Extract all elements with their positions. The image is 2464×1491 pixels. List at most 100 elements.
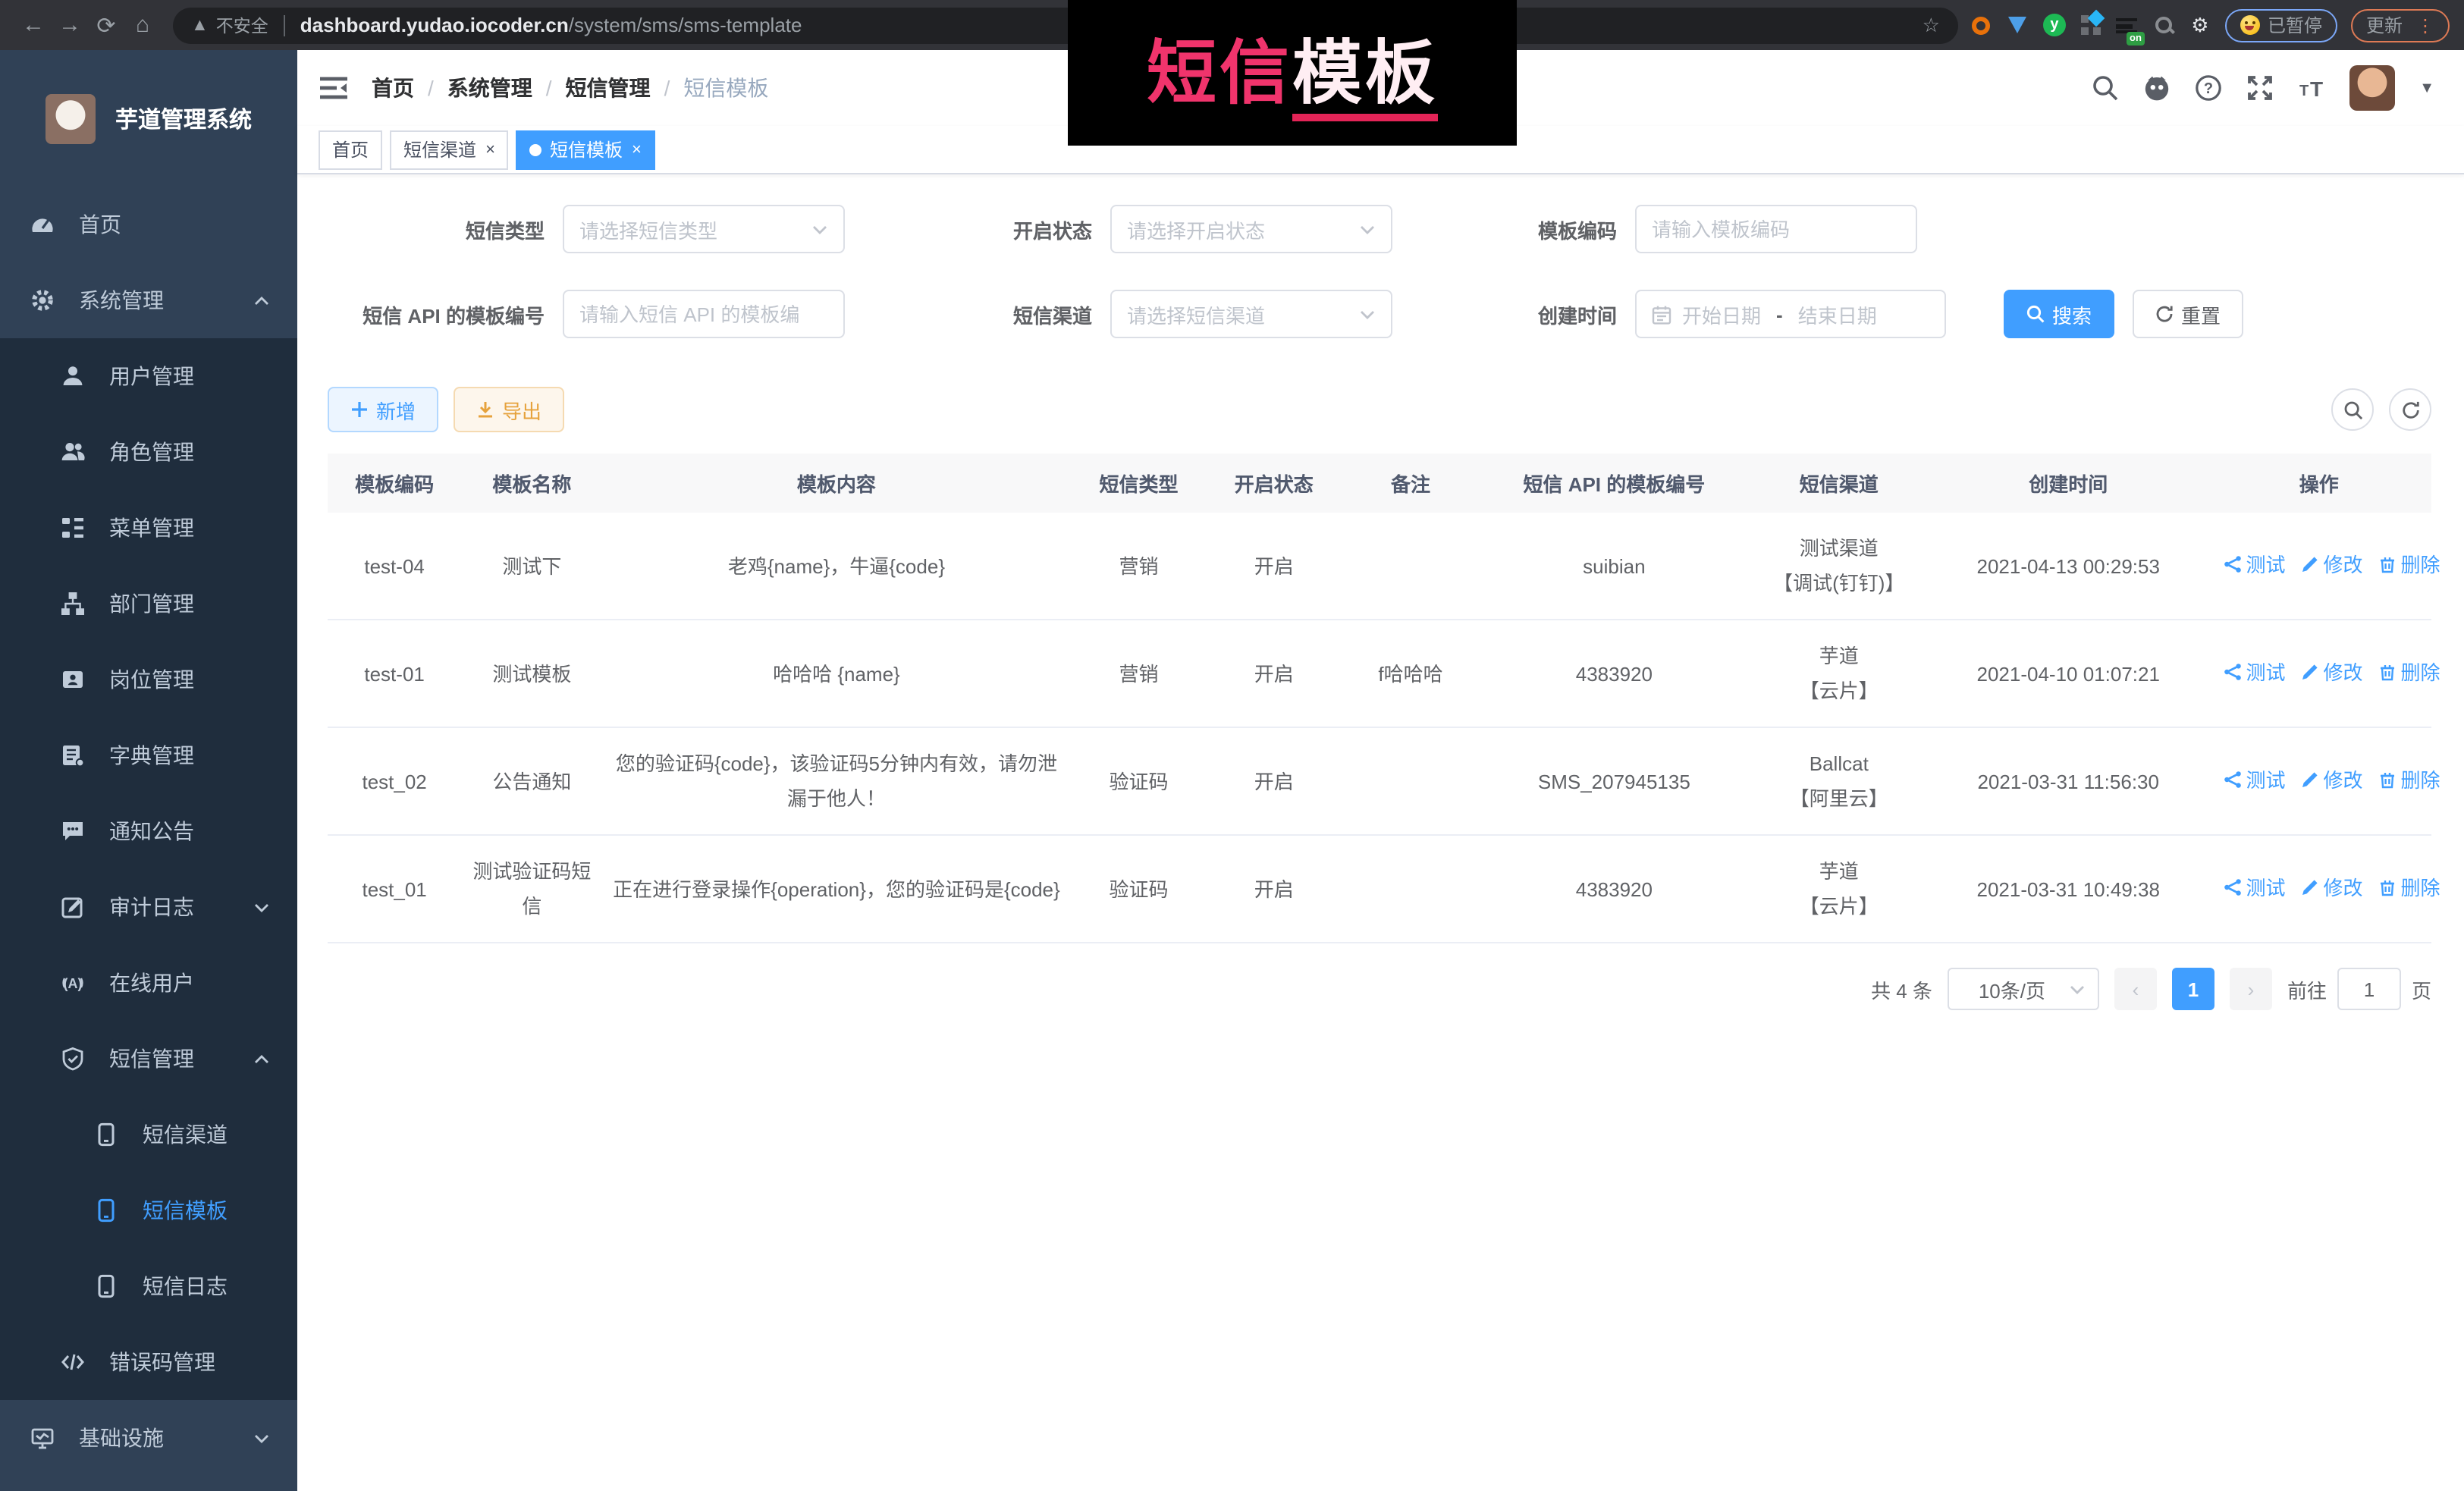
table-row[interactable]: test-04测试下老鸡{name}，牛逼{code}营销开启suibian测试… — [328, 513, 2431, 620]
goto-label: 前往 — [2287, 975, 2327, 1003]
add-button[interactable]: 新增 — [328, 387, 438, 432]
row-action-test[interactable]: 测试 — [2223, 871, 2285, 906]
row-action-edit[interactable]: 修改 — [2301, 871, 2363, 906]
chevron-down-icon[interactable]: ▼ — [2419, 80, 2434, 96]
filter-label-create-time: 创建时间 — [1453, 300, 1635, 328]
paused-chip[interactable]: 已暂停 — [2225, 8, 2337, 42]
close-icon[interactable]: × — [632, 140, 642, 159]
status-select[interactable]: 请选择开启状态 — [1110, 205, 1392, 253]
row-action-delete[interactable]: 删除 — [2378, 548, 2440, 582]
user-avatar[interactable] — [2349, 65, 2395, 111]
row-action-edit[interactable]: 修改 — [2301, 763, 2363, 798]
sidebar-item-label: 角色管理 — [109, 437, 194, 467]
extensions-puzzle-icon[interactable]: ⚙ — [2189, 14, 2211, 36]
api-template-id-input[interactable] — [579, 303, 828, 325]
home-icon[interactable]: ⌂ — [124, 12, 161, 38]
update-chip[interactable]: 更新 ⋮ — [2351, 8, 2450, 42]
table-row[interactable]: test_01测试验证码短信正在进行登录操作{operation}，您的验证码是… — [328, 835, 2431, 943]
github-icon[interactable] — [2143, 74, 2171, 102]
sidebar-item-label: 短信模板 — [143, 1195, 228, 1226]
breadcrumb-sms[interactable]: 短信管理 — [566, 73, 651, 103]
sidebar-item-sms-template[interactable]: 短信模板 — [0, 1172, 297, 1248]
sidebar-item-label: 用户管理 — [109, 361, 194, 391]
action-label: 修改 — [2324, 763, 2363, 798]
table-row[interactable]: test_02公告通知您的验证码{code}，该验证码5分钟内有效，请勿泄漏于他… — [328, 727, 2431, 835]
tab-home[interactable]: 首页 — [319, 130, 382, 169]
breadcrumb-system[interactable]: 系统管理 — [447, 73, 532, 103]
forward-icon[interactable]: → — [52, 12, 88, 38]
help-icon[interactable]: ? — [2195, 74, 2222, 102]
cell-created-at: 2021-04-10 01:07:21 — [1930, 620, 2207, 727]
sidebar-item-infra[interactable]: 基础设施 — [0, 1400, 297, 1476]
row-action-delete[interactable]: 删除 — [2378, 871, 2440, 906]
sidebar-item-role[interactable]: 角色管理 — [0, 414, 297, 490]
close-icon[interactable]: × — [485, 140, 495, 159]
sidebar-item-sms[interactable]: 短信管理 — [0, 1021, 297, 1097]
search-icon[interactable] — [2092, 74, 2119, 102]
extension-grid-icon[interactable] — [2079, 14, 2102, 36]
sidebar-item-error-code[interactable]: 错误码管理 — [0, 1324, 297, 1400]
cell-name: 测试验证码短信 — [461, 835, 602, 943]
extension-y-icon[interactable]: y — [2043, 14, 2066, 36]
address-bar[interactable]: ▲不安全 dashboard.yudao.iocoder.cn /system/… — [173, 7, 1958, 43]
row-action-test[interactable]: 测试 — [2223, 763, 2285, 798]
sms-type-select[interactable]: 请选择短信类型 — [563, 205, 845, 253]
cell-type: 营销 — [1070, 620, 1207, 727]
channel-select[interactable]: 请选择短信渠道 — [1110, 290, 1392, 338]
sidebar-item-home[interactable]: 首页 — [0, 187, 297, 262]
search-button[interactable]: 搜索 — [2004, 290, 2114, 338]
prev-page-button[interactable]: ‹ — [2114, 968, 2157, 1010]
row-action-delete[interactable]: 删除 — [2378, 763, 2440, 798]
page-size-select[interactable]: 10条/页 — [1948, 968, 2099, 1010]
extension-gem-icon[interactable] — [2007, 14, 2029, 36]
sidebar-item-system[interactable]: 系统管理 — [0, 262, 297, 338]
refresh-icon[interactable] — [2389, 388, 2431, 431]
sidebar-item-menu[interactable]: 菜单管理 — [0, 490, 297, 566]
goto-page-input[interactable] — [2337, 968, 2401, 1010]
next-page-button[interactable]: › — [2230, 968, 2272, 1010]
template-code-input[interactable] — [1652, 218, 1901, 240]
row-action-test[interactable]: 测试 — [2223, 548, 2285, 582]
row-action-edit[interactable]: 修改 — [2301, 548, 2363, 582]
sidebar-item-user[interactable]: 用户管理 — [0, 338, 297, 414]
export-button[interactable]: 导出 — [454, 387, 564, 432]
sidebar-item-post[interactable]: 岗位管理 — [0, 642, 297, 717]
sidebar-item-online-user[interactable]: (A)在线用户 — [0, 945, 297, 1021]
row-action-delete[interactable]: 删除 — [2378, 655, 2440, 690]
action-label: 删除 — [2401, 548, 2440, 582]
browser-menu-icon[interactable]: ⋮ — [2416, 14, 2434, 36]
back-icon[interactable]: ← — [15, 12, 52, 38]
post-icon — [61, 667, 85, 692]
extension-ring-icon[interactable] — [1970, 14, 1993, 36]
sidebar-item-dept[interactable]: 部门管理 — [0, 566, 297, 642]
font-size-icon[interactable]: TT — [2298, 74, 2325, 102]
sidebar-item-audit-log[interactable]: 审计日志 — [0, 869, 297, 945]
overlay-text-primary: 短信 — [1147, 33, 1292, 112]
bookmark-star-icon[interactable]: ☆ — [1923, 13, 1940, 37]
page-unit-label: 页 — [2412, 975, 2431, 1003]
breadcrumb-home[interactable]: 首页 — [372, 73, 414, 103]
current-page[interactable]: 1 — [2172, 968, 2214, 1010]
sidebar-item-notice[interactable]: 通知公告 — [0, 793, 297, 869]
not-secure-warning[interactable]: ▲不安全 — [191, 13, 268, 37]
extension-list-icon[interactable]: on — [2116, 14, 2139, 36]
create-time-daterange[interactable]: 开始日期-结束日期 — [1635, 290, 1946, 338]
app-logo[interactable]: 芋道管理系统 — [0, 50, 297, 187]
table-row[interactable]: test-01测试模板哈哈哈 {name}营销开启f哈哈哈4383920芋道【云… — [328, 620, 2431, 727]
cell-code: test_01 — [328, 835, 461, 943]
action-label: 测试 — [2246, 548, 2285, 582]
reload-icon[interactable]: ⟳ — [88, 11, 124, 39]
cell-code: test-04 — [328, 513, 461, 620]
collapse-sidebar-icon[interactable] — [320, 76, 347, 100]
row-action-test[interactable]: 测试 — [2223, 655, 2285, 690]
sidebar-item-sms-log[interactable]: 短信日志 — [0, 1248, 297, 1324]
reset-button[interactable]: 重置 — [2133, 290, 2243, 338]
fullscreen-icon[interactable] — [2246, 74, 2274, 102]
row-action-edit[interactable]: 修改 — [2301, 655, 2363, 690]
tab-sms-template[interactable]: 短信模板× — [516, 130, 655, 169]
tab-sms-channel[interactable]: 短信渠道× — [390, 130, 509, 169]
extension-magnifier-icon[interactable] — [2152, 14, 2175, 36]
sidebar-item-sms-channel[interactable]: 短信渠道 — [0, 1097, 297, 1172]
show-search-icon[interactable] — [2331, 388, 2374, 431]
sidebar-item-dict[interactable]: 字典管理 — [0, 717, 297, 793]
